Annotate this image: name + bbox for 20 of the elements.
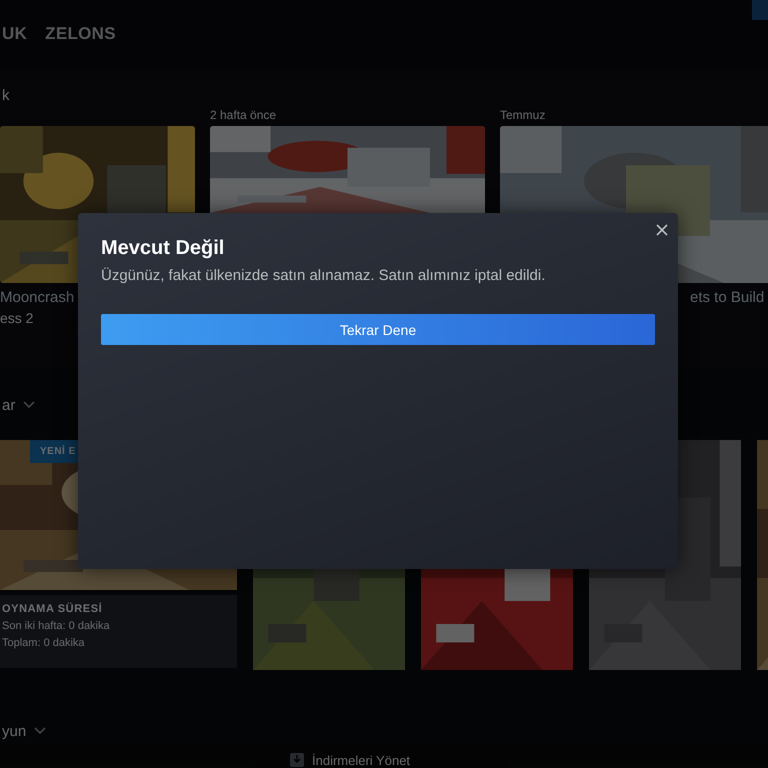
card-date: 2 hafta önce <box>210 108 276 122</box>
playtime-text: Son iki hafta: 0 dakika <box>2 620 110 632</box>
playtime-text: Toplam: 0 dakika <box>2 637 85 649</box>
dialog-message: Üzgünüz, fakat ülkenizde satın alınamaz. Satın alımınız iptal edildi. <box>101 267 546 284</box>
section-heading[interactable]: yun <box>2 722 26 740</box>
nav-link[interactable]: ZELONS <box>45 24 116 44</box>
retry-button[interactable]: Tekrar Dene <box>101 314 655 345</box>
downloads-link[interactable]: İndirmeleri Yönet <box>312 752 410 768</box>
playtime-label: OYNAMA SÜRESİ <box>2 603 102 615</box>
section-heading[interactable]: ar <box>2 396 16 414</box>
nav-link[interactable]: UK <box>2 24 28 44</box>
card-subtitle: ess 2 <box>0 310 34 326</box>
card-title[interactable]: ets to Build <box>690 289 764 306</box>
card-title[interactable]: Mooncrash <box>0 289 74 306</box>
dialog-title: Mevcut Değil <box>101 237 226 260</box>
section-heading: k <box>2 86 10 104</box>
card-date: Temmuz <box>500 108 546 122</box>
chevron-down-icon <box>34 727 46 735</box>
chevron-down-icon <box>23 401 36 409</box>
close-icon[interactable] <box>654 222 670 238</box>
